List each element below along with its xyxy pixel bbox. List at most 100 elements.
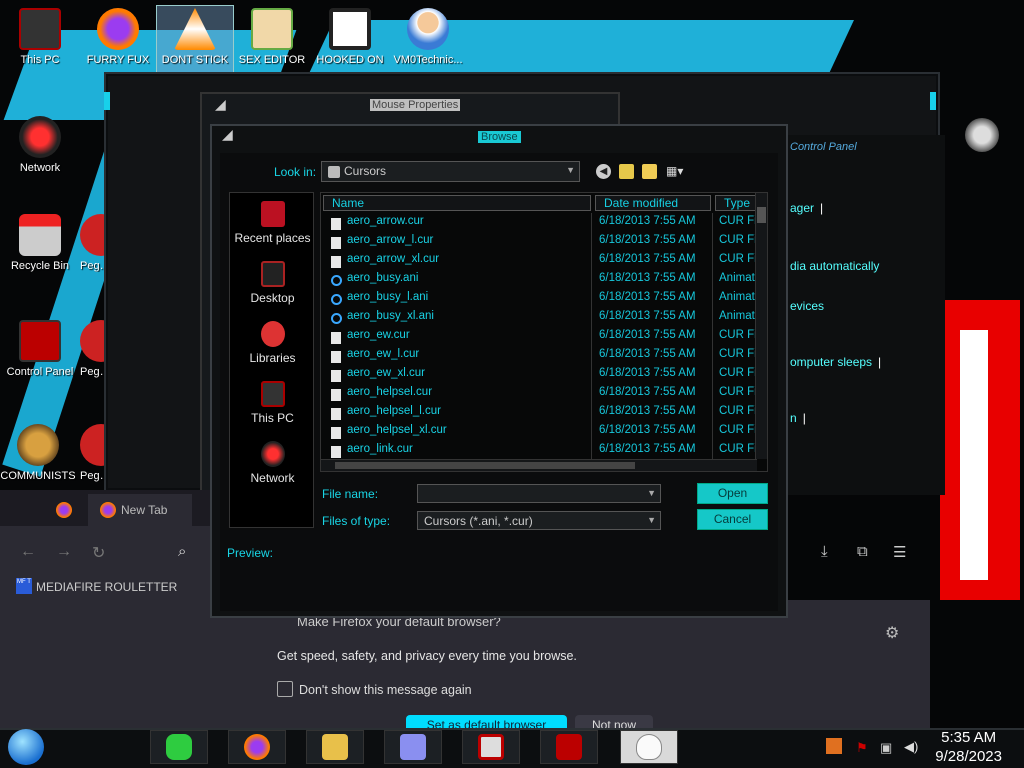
set-default-button[interactable]: Set as default browser [406, 715, 567, 729]
file-name: aero_busy_l.ani [347, 291, 429, 303]
desktop-icon-this-pc[interactable]: This PC [2, 8, 78, 66]
file-row[interactable]: aero_ew_l.cur 6/18/2013 7:55 AM CUR File [321, 348, 761, 367]
file-row[interactable]: aero_arrow.cur 6/18/2013 7:55 AM CUR File [321, 215, 761, 234]
bookmark-mediafire[interactable]: MEDIAFIRE ROULETTER [36, 580, 177, 594]
place-recent[interactable]: Recent places [230, 201, 315, 245]
file-name: aero_link.cur [347, 443, 413, 455]
tray-app-icon[interactable] [826, 738, 842, 754]
column-header-name[interactable]: Name [323, 195, 591, 211]
file-date: 6/18/2013 7:55 AM [599, 310, 696, 322]
taskbar-app-mouse[interactable] [620, 730, 678, 764]
desktop-icon [260, 261, 285, 287]
file-name-label: File name: [322, 487, 379, 501]
cp-item[interactable]: evices [790, 299, 824, 313]
look-in-dropdown[interactable]: Cursors ▼ [321, 161, 580, 182]
look-in-value: Cursors [344, 164, 387, 178]
desktop-icon-control-panel[interactable]: Control Panel [2, 320, 78, 378]
view-menu-icon[interactable]: ▦▾ [666, 164, 690, 179]
tab-label: New Tab [121, 503, 168, 517]
open-button[interactable]: Open [697, 483, 768, 504]
file-row[interactable]: aero_helpsel_xl.cur 6/18/2013 7:55 AM CUR … [321, 424, 761, 443]
reload-icon[interactable]: ↻ [92, 543, 105, 563]
look-in-label: Look in: [274, 165, 317, 179]
tray-network-icon[interactable]: ▣ [880, 740, 892, 756]
control-panel-window: Control Panel ager | dia automatically ev… [780, 135, 945, 495]
cancel-button[interactable]: Cancel [697, 509, 768, 530]
taskbar-app-control-panel[interactable] [540, 730, 598, 764]
forward-arrow-icon[interactable]: → [56, 543, 72, 561]
file-list[interactable]: Name Date modified Type aero_arrow.cur 6/… [320, 192, 768, 472]
cp-item-label: evices [790, 299, 825, 313]
control-panel-title: Control Panel [790, 141, 857, 153]
taskbar-app-firefox[interactable] [228, 730, 286, 764]
file-type: CUR File [719, 215, 759, 227]
menu-icon[interactable]: ☰ [893, 543, 906, 561]
cp-item[interactable]: n | [790, 411, 806, 425]
cp-item[interactable]: dia automatically [790, 259, 879, 273]
desktop-icon-communists[interactable]: COMMUNISTS [0, 424, 76, 482]
back-icon[interactable]: ◀ [596, 164, 611, 179]
file-row[interactable]: aero_busy_xl.ani 6/18/2013 7:55 AM Animate… [321, 310, 761, 329]
start-orb-icon[interactable] [8, 729, 44, 765]
files-of-type-dropdown[interactable]: Cursors (*.ani, *.cur) ▼ [417, 511, 661, 530]
back-arrow-icon[interactable]: ← [20, 543, 36, 561]
file-row[interactable]: aero_ew_xl.cur 6/18/2013 7:55 AM CUR File [321, 367, 761, 386]
cursor-file-icon [331, 427, 341, 439]
new-folder-icon[interactable] [642, 164, 657, 179]
firefox-icon [244, 734, 270, 760]
taskbar-app-explorer[interactable] [306, 730, 364, 764]
up-folder-icon[interactable] [619, 164, 634, 179]
tray-flag-icon[interactable]: ⚑ [856, 740, 868, 756]
animated-cursor-icon [331, 275, 342, 286]
file-row[interactable]: aero_busy.ani 6/18/2013 7:55 AM Animated [321, 272, 761, 291]
scrollbar-thumb[interactable] [335, 462, 635, 469]
place-label: Libraries [249, 351, 296, 365]
cp-item[interactable]: ager | [790, 201, 823, 215]
file-row[interactable]: aero_arrow_l.cur 6/18/2013 7:55 AM CUR Fil… [321, 234, 761, 253]
taskbar-app-notes[interactable] [150, 730, 208, 764]
file-row[interactable]: aero_ew.cur 6/18/2013 7:55 AM CUR File [321, 329, 761, 348]
not-now-button[interactable]: Not now [575, 715, 653, 729]
tray-volume-icon[interactable]: ◀) [904, 739, 918, 755]
desktop-icon-hooked-on[interactable]: HOOKED ON [312, 8, 388, 66]
desktop-icon-recycle-bin[interactable]: Recycle Bin [2, 214, 78, 272]
file-row[interactable]: aero_arrow_xl.cur 6/18/2013 7:55 AM CUR Fi… [321, 253, 761, 272]
file-type: CUR File [719, 253, 759, 265]
scrollbar-thumb[interactable] [757, 207, 766, 223]
horizontal-scrollbar[interactable] [321, 459, 757, 471]
desktop-icon-dont-stick[interactable]: DONT STICK [156, 5, 234, 73]
desktop-icon-vm0technic[interactable]: VM0Technic... [390, 8, 466, 66]
column-header-type[interactable]: Type [715, 195, 757, 211]
file-date: 6/18/2013 7:55 AM [599, 329, 696, 341]
dont-show-checkbox[interactable] [277, 681, 293, 697]
place-this-pc[interactable]: This PC [230, 381, 315, 425]
control-panel-icon [556, 734, 582, 760]
taskbar-app-settings[interactable] [384, 730, 442, 764]
place-libraries[interactable]: Libraries [230, 321, 315, 365]
download-icon[interactable]: ⤓ [821, 543, 828, 560]
taskbar-clock[interactable]: 5:35 AM 9/28/2023 [935, 728, 1002, 766]
place-network[interactable]: Network [230, 441, 315, 485]
control-panel-icon [19, 320, 61, 362]
search-icon[interactable]: ⌕ [178, 543, 186, 560]
file-row[interactable]: aero_helpsel_l.cur 6/18/2013 7:55 AM CUR F… [321, 405, 761, 424]
file-row[interactable]: aero_helpsel.cur 6/18/2013 7:55 AM CUR Fil… [321, 386, 761, 405]
place-desktop[interactable]: Desktop [230, 261, 315, 305]
settings-gear-icon[interactable]: ⚙ [885, 623, 899, 643]
extensions-icon[interactable]: ⧉ [857, 543, 868, 560]
desktop-icon-network[interactable]: Network [2, 116, 78, 174]
file-row[interactable]: aero_busy_l.ani 6/18/2013 7:55 AM Animated [321, 291, 761, 310]
column-header-date[interactable]: Date modified [595, 195, 711, 211]
file-date: 6/18/2013 7:55 AM [599, 386, 696, 398]
vertical-scrollbar[interactable] [755, 193, 767, 459]
wallpaper-graffiti [306, 20, 854, 80]
file-type: Animated [719, 291, 759, 303]
file-type: Animated [719, 272, 759, 284]
taskbar-app-display[interactable] [462, 730, 520, 764]
desktop-icon-sex-editor[interactable]: SEX EDITOR [234, 8, 310, 66]
files-of-type-value: Cursors (*.ani, *.cur) [424, 514, 533, 528]
file-name-input[interactable]: ▼ [417, 484, 661, 503]
cp-item[interactable]: omputer sleeps | [790, 355, 881, 369]
desktop-icon-furry-fux[interactable]: FURRY FUX [80, 8, 156, 66]
clock-time: 5:35 AM [941, 729, 997, 746]
